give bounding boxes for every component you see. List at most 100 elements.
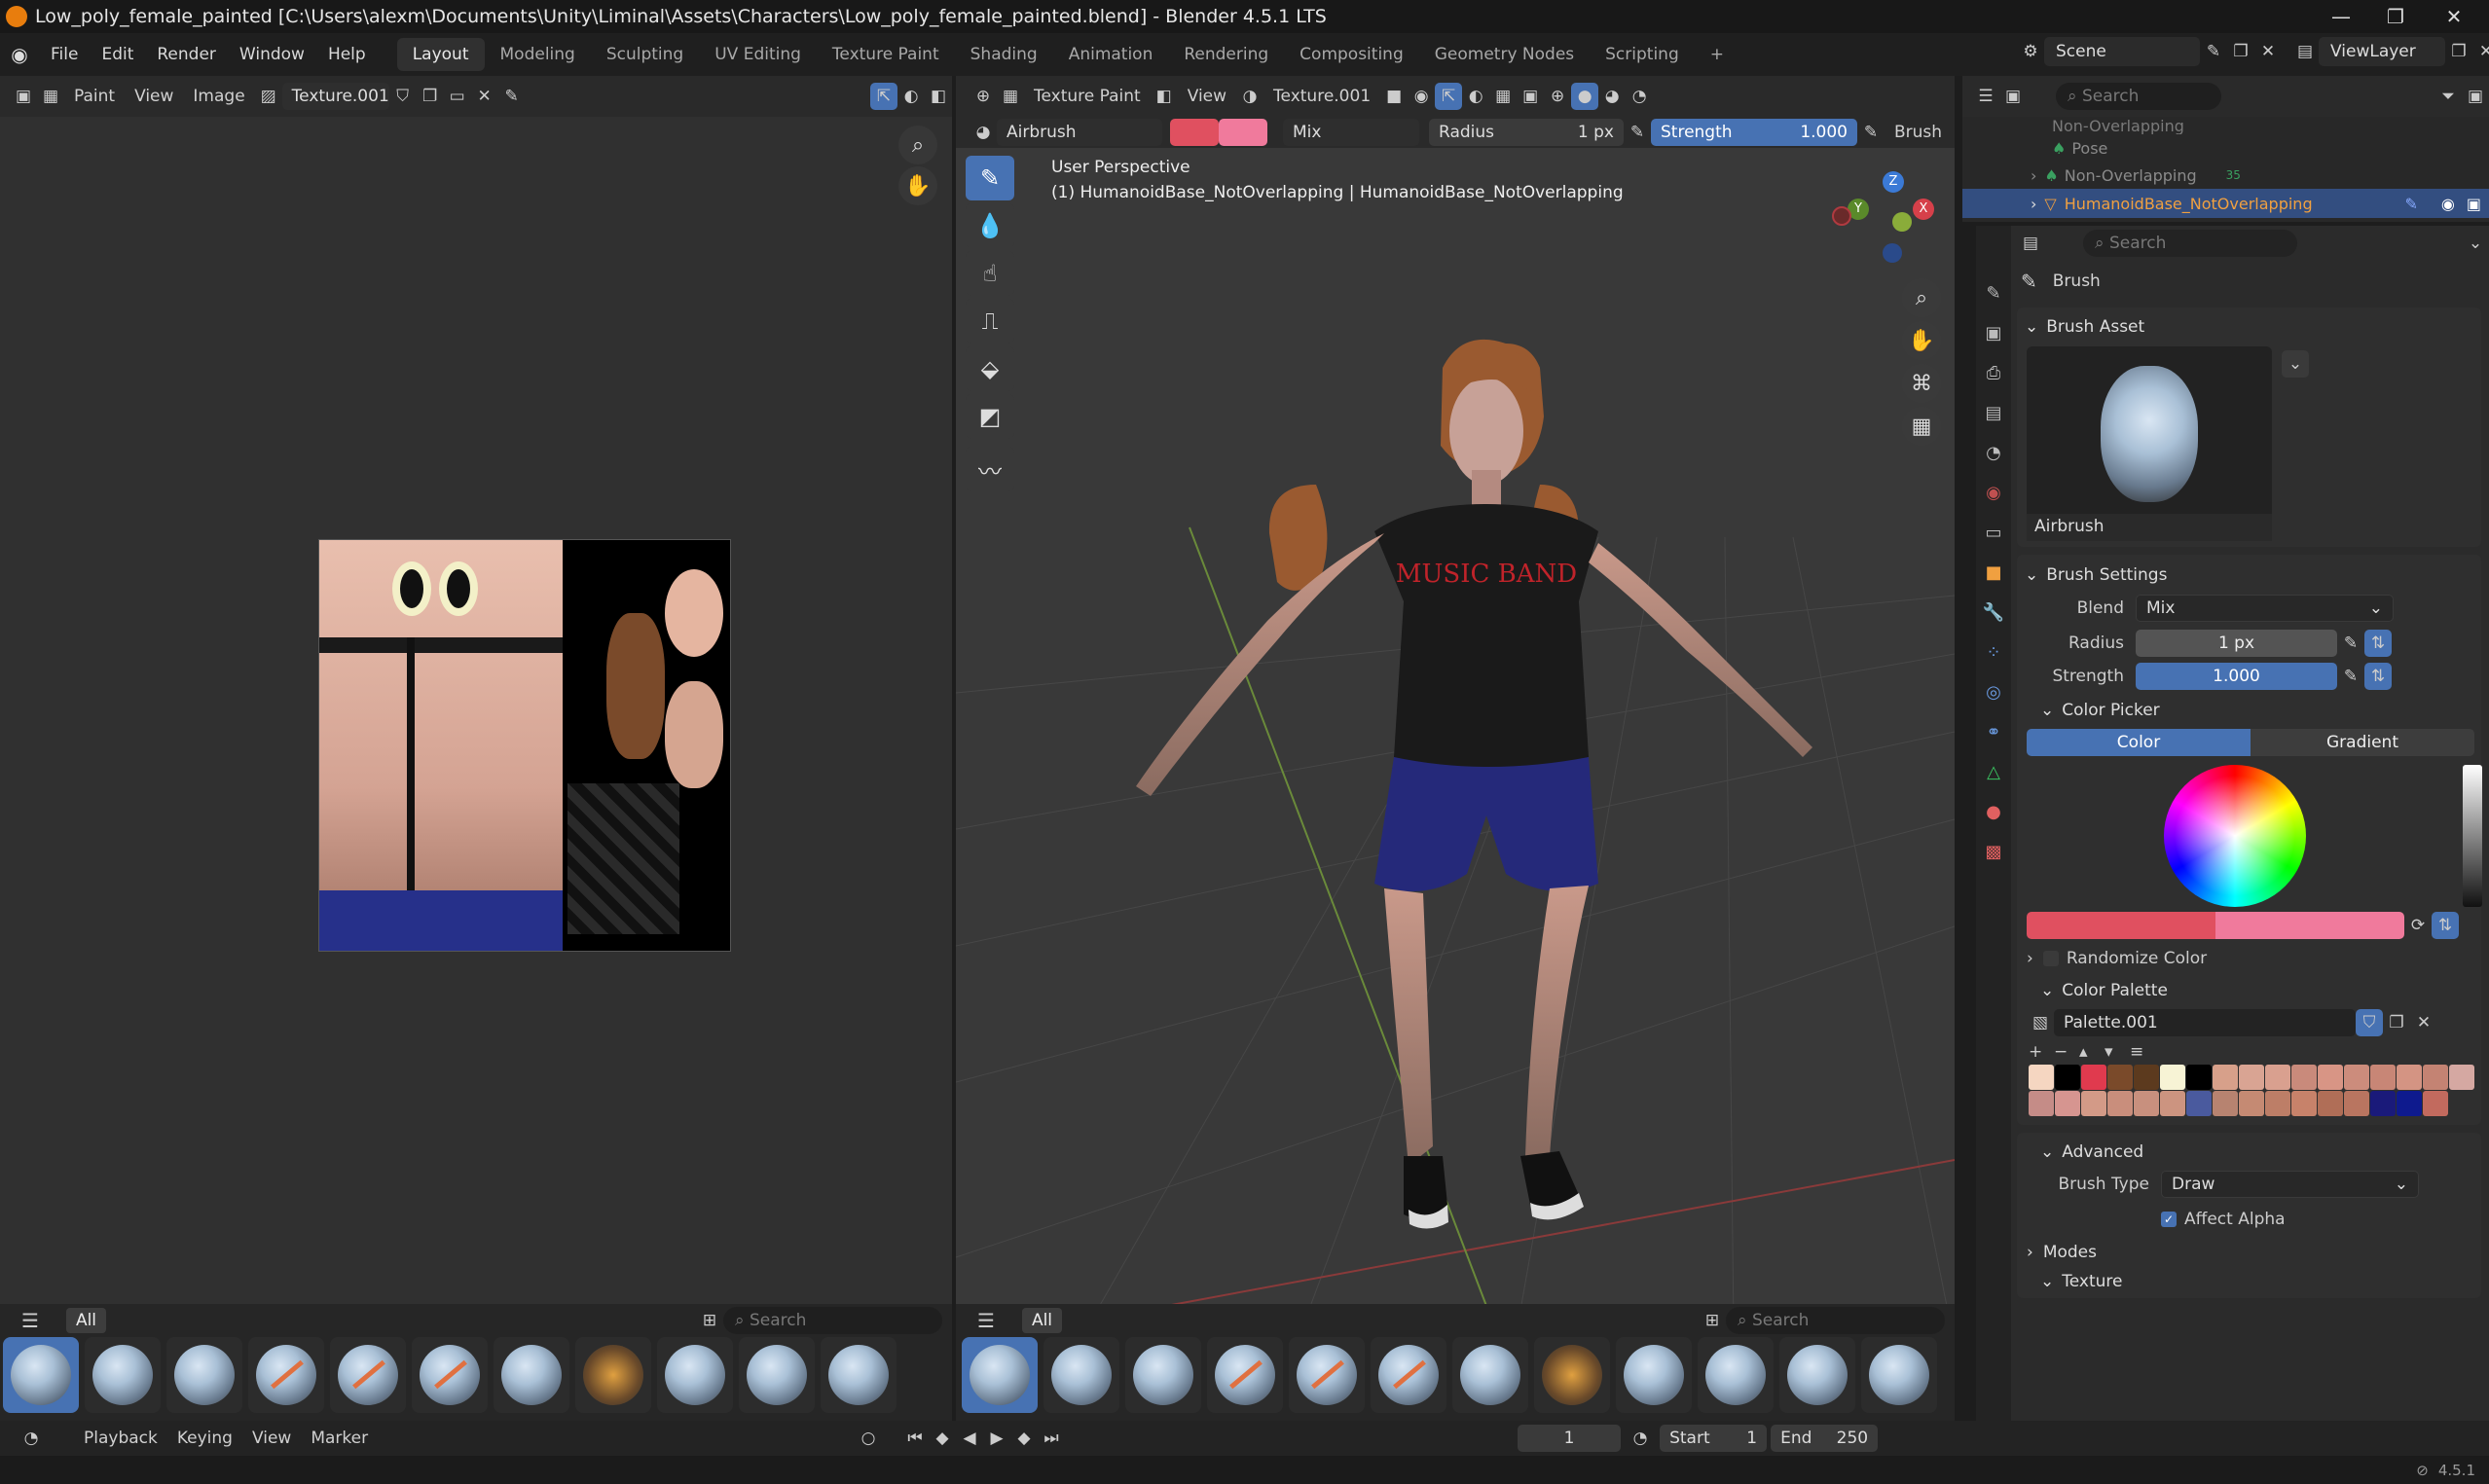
brush-thumb[interactable] bbox=[575, 1337, 651, 1413]
palette-swatch[interactable] bbox=[2029, 1091, 2054, 1116]
image-name-field[interactable]: Texture.001 bbox=[281, 83, 389, 110]
palette-swatch[interactable] bbox=[2344, 1065, 2369, 1090]
jump-keyframe-back-icon[interactable]: ◆ bbox=[929, 1425, 956, 1452]
brush-thumb[interactable] bbox=[1371, 1337, 1446, 1413]
view-layer-tab-icon[interactable]: ▤ bbox=[1981, 403, 2006, 428]
menu-view[interactable]: View bbox=[125, 87, 183, 106]
color-mode-icon[interactable]: ⇅ bbox=[2432, 912, 2459, 939]
minimize-icon[interactable]: — bbox=[2314, 0, 2368, 33]
scene-tab-icon[interactable]: ◔ bbox=[1981, 443, 2006, 468]
filter-icon[interactable]: ⏷ bbox=[2434, 83, 2462, 110]
brush-asset-preview[interactable]: Airbrush bbox=[2027, 346, 2272, 541]
palette-name-field[interactable]: Palette.001 bbox=[2054, 1009, 2356, 1036]
tab-geometry-nodes[interactable]: Geometry Nodes bbox=[1419, 38, 1590, 71]
palette-swatch[interactable] bbox=[2344, 1091, 2369, 1116]
outliner-item[interactable]: › ♠ Non-Overlapping 35 bbox=[1962, 162, 2489, 189]
brush-thumb[interactable] bbox=[1289, 1337, 1365, 1413]
properties-search-input[interactable]: ⌕ Search bbox=[2083, 230, 2297, 257]
view-layer-icon[interactable]: ▤ bbox=[2291, 38, 2319, 65]
scene-selector[interactable]: Scene bbox=[2044, 37, 2200, 66]
brush-type-dropdown[interactable]: Draw ⌄ bbox=[2161, 1171, 2419, 1198]
randomize-color-checkbox[interactable] bbox=[2042, 951, 2059, 966]
character-model[interactable]: MUSIC BAND bbox=[956, 76, 1955, 1421]
pin-image-icon[interactable]: ✎ bbox=[498, 83, 526, 110]
shelf-tab-all[interactable]: All bbox=[1021, 1308, 1063, 1333]
asset-dropdown-icon[interactable]: ⌄ bbox=[2282, 350, 2309, 378]
unlink-image-icon[interactable]: ✕ bbox=[471, 83, 498, 110]
tab-shading[interactable]: Shading bbox=[955, 38, 1053, 71]
current-frame-field[interactable]: 1 bbox=[1518, 1425, 1622, 1452]
material-tab-icon[interactable]: ● bbox=[1981, 802, 2006, 827]
palette-swatch[interactable] bbox=[2318, 1065, 2343, 1090]
tab-modeling[interactable]: Modeling bbox=[485, 38, 591, 71]
brush-thumb[interactable] bbox=[412, 1337, 488, 1413]
editor-type-icon[interactable]: ▤ bbox=[2017, 230, 2044, 257]
menu-marker[interactable]: Marker bbox=[301, 1429, 378, 1448]
constraints-tab-icon[interactable]: ⚭ bbox=[1981, 722, 2006, 747]
palette-remove-icon[interactable]: − bbox=[2054, 1042, 2079, 1062]
palette-swatch[interactable] bbox=[2055, 1091, 2080, 1116]
secondary-color-swatch[interactable] bbox=[2215, 912, 2404, 939]
menu-image[interactable]: Image bbox=[183, 87, 254, 106]
close-icon[interactable]: ✕ bbox=[2427, 0, 2481, 33]
shelf-view-icon[interactable]: ⊞ bbox=[696, 1307, 723, 1334]
modes-section[interactable]: › Modes bbox=[2017, 1236, 2481, 1269]
view-layer-selector[interactable]: ViewLayer bbox=[2319, 37, 2445, 66]
display-mode-icon[interactable]: ▣ bbox=[1999, 83, 2027, 110]
object-tab-icon[interactable]: ■ bbox=[1981, 562, 2006, 588]
brush-thumb[interactable] bbox=[657, 1337, 733, 1413]
jump-start-icon[interactable]: ⏮ bbox=[901, 1425, 929, 1452]
brush-thumb[interactable] bbox=[1043, 1337, 1119, 1413]
palette-swatch[interactable] bbox=[2081, 1091, 2106, 1116]
palette-swatch[interactable] bbox=[2370, 1091, 2396, 1116]
radius-pressure-icon[interactable]: ✎ bbox=[2337, 630, 2364, 657]
tab-layout[interactable]: Layout bbox=[396, 38, 485, 71]
blend-dropdown[interactable]: Mix ⌄ bbox=[2136, 595, 2394, 622]
open-image-icon[interactable]: ▭ bbox=[444, 83, 471, 110]
menu-keying[interactable]: Keying bbox=[167, 1429, 242, 1448]
play-reverse-icon[interactable]: ◀ bbox=[956, 1425, 983, 1452]
fake-user-icon[interactable]: ⛉ bbox=[2356, 1009, 2383, 1036]
brush-thumb[interactable] bbox=[1779, 1337, 1855, 1413]
editor-type-icon[interactable]: ▣ bbox=[10, 83, 37, 110]
delete-view-layer-icon[interactable]: ✕ bbox=[2472, 38, 2489, 65]
palette-swatch[interactable] bbox=[2265, 1065, 2290, 1090]
tab-compositing[interactable]: Compositing bbox=[1284, 38, 1419, 71]
new-view-layer-icon[interactable]: ❐ bbox=[2445, 38, 2472, 65]
palette-swatch[interactable] bbox=[2239, 1091, 2264, 1116]
data-tab-icon[interactable]: △ bbox=[1981, 762, 2006, 787]
collection-tab-icon[interactable]: ▭ bbox=[1981, 523, 2006, 548]
menu-playback[interactable]: Playback bbox=[74, 1429, 167, 1448]
zoom-icon[interactable]: ⌕ bbox=[898, 126, 937, 164]
brush-thumb[interactable] bbox=[1616, 1337, 1692, 1413]
options-chevron-icon[interactable]: ⌄ bbox=[2462, 230, 2489, 257]
tab-rendering[interactable]: Rendering bbox=[1168, 38, 1284, 71]
brush-thumb[interactable] bbox=[1698, 1337, 1774, 1413]
strength-field[interactable]: 1.000 bbox=[2136, 663, 2337, 690]
brush-thumb[interactable] bbox=[166, 1337, 242, 1413]
unlink-palette-icon[interactable]: ✕ bbox=[2410, 1009, 2437, 1036]
palette-swatch[interactable] bbox=[2134, 1065, 2159, 1090]
palette-swatch[interactable] bbox=[2160, 1065, 2185, 1090]
tab-sculpting[interactable]: Sculpting bbox=[591, 38, 699, 71]
brush-thumb[interactable] bbox=[1125, 1337, 1201, 1413]
palette-swatch[interactable] bbox=[2160, 1091, 2185, 1116]
overlay-icon[interactable]: ◐ bbox=[897, 83, 925, 110]
brush-thumb[interactable] bbox=[1861, 1337, 1937, 1413]
tool-tab-icon[interactable]: ✎ bbox=[1981, 283, 2006, 308]
outliner-item-selected[interactable]: › ▽ HumanoidBase_NotOverlapping ✎ ◉ ▣ bbox=[1962, 189, 2489, 218]
shelf-tab-all[interactable]: All bbox=[65, 1308, 107, 1333]
menu-render[interactable]: Render bbox=[145, 45, 228, 64]
start-frame-field[interactable]: Start 1 bbox=[1660, 1425, 1768, 1452]
shelf-menu-icon[interactable]: ☰ bbox=[21, 1309, 39, 1332]
strength-pressure-icon[interactable]: ✎ bbox=[2337, 663, 2364, 690]
brush-thumb[interactable] bbox=[248, 1337, 324, 1413]
visibility-eye-icon[interactable]: ◉ bbox=[2441, 195, 2455, 213]
palette-sort-icon[interactable]: ≡ bbox=[2130, 1042, 2155, 1062]
radius-unit-icon[interactable]: ⇅ bbox=[2364, 630, 2392, 657]
value-slider[interactable] bbox=[2463, 765, 2482, 907]
menu-view[interactable]: View bbox=[242, 1429, 301, 1448]
brush-thumb[interactable] bbox=[821, 1337, 897, 1413]
shelf-search-input[interactable]: ⌕ Search bbox=[1726, 1307, 1945, 1334]
color-palette-section[interactable]: ⌄ Color Palette bbox=[2017, 975, 2481, 1006]
